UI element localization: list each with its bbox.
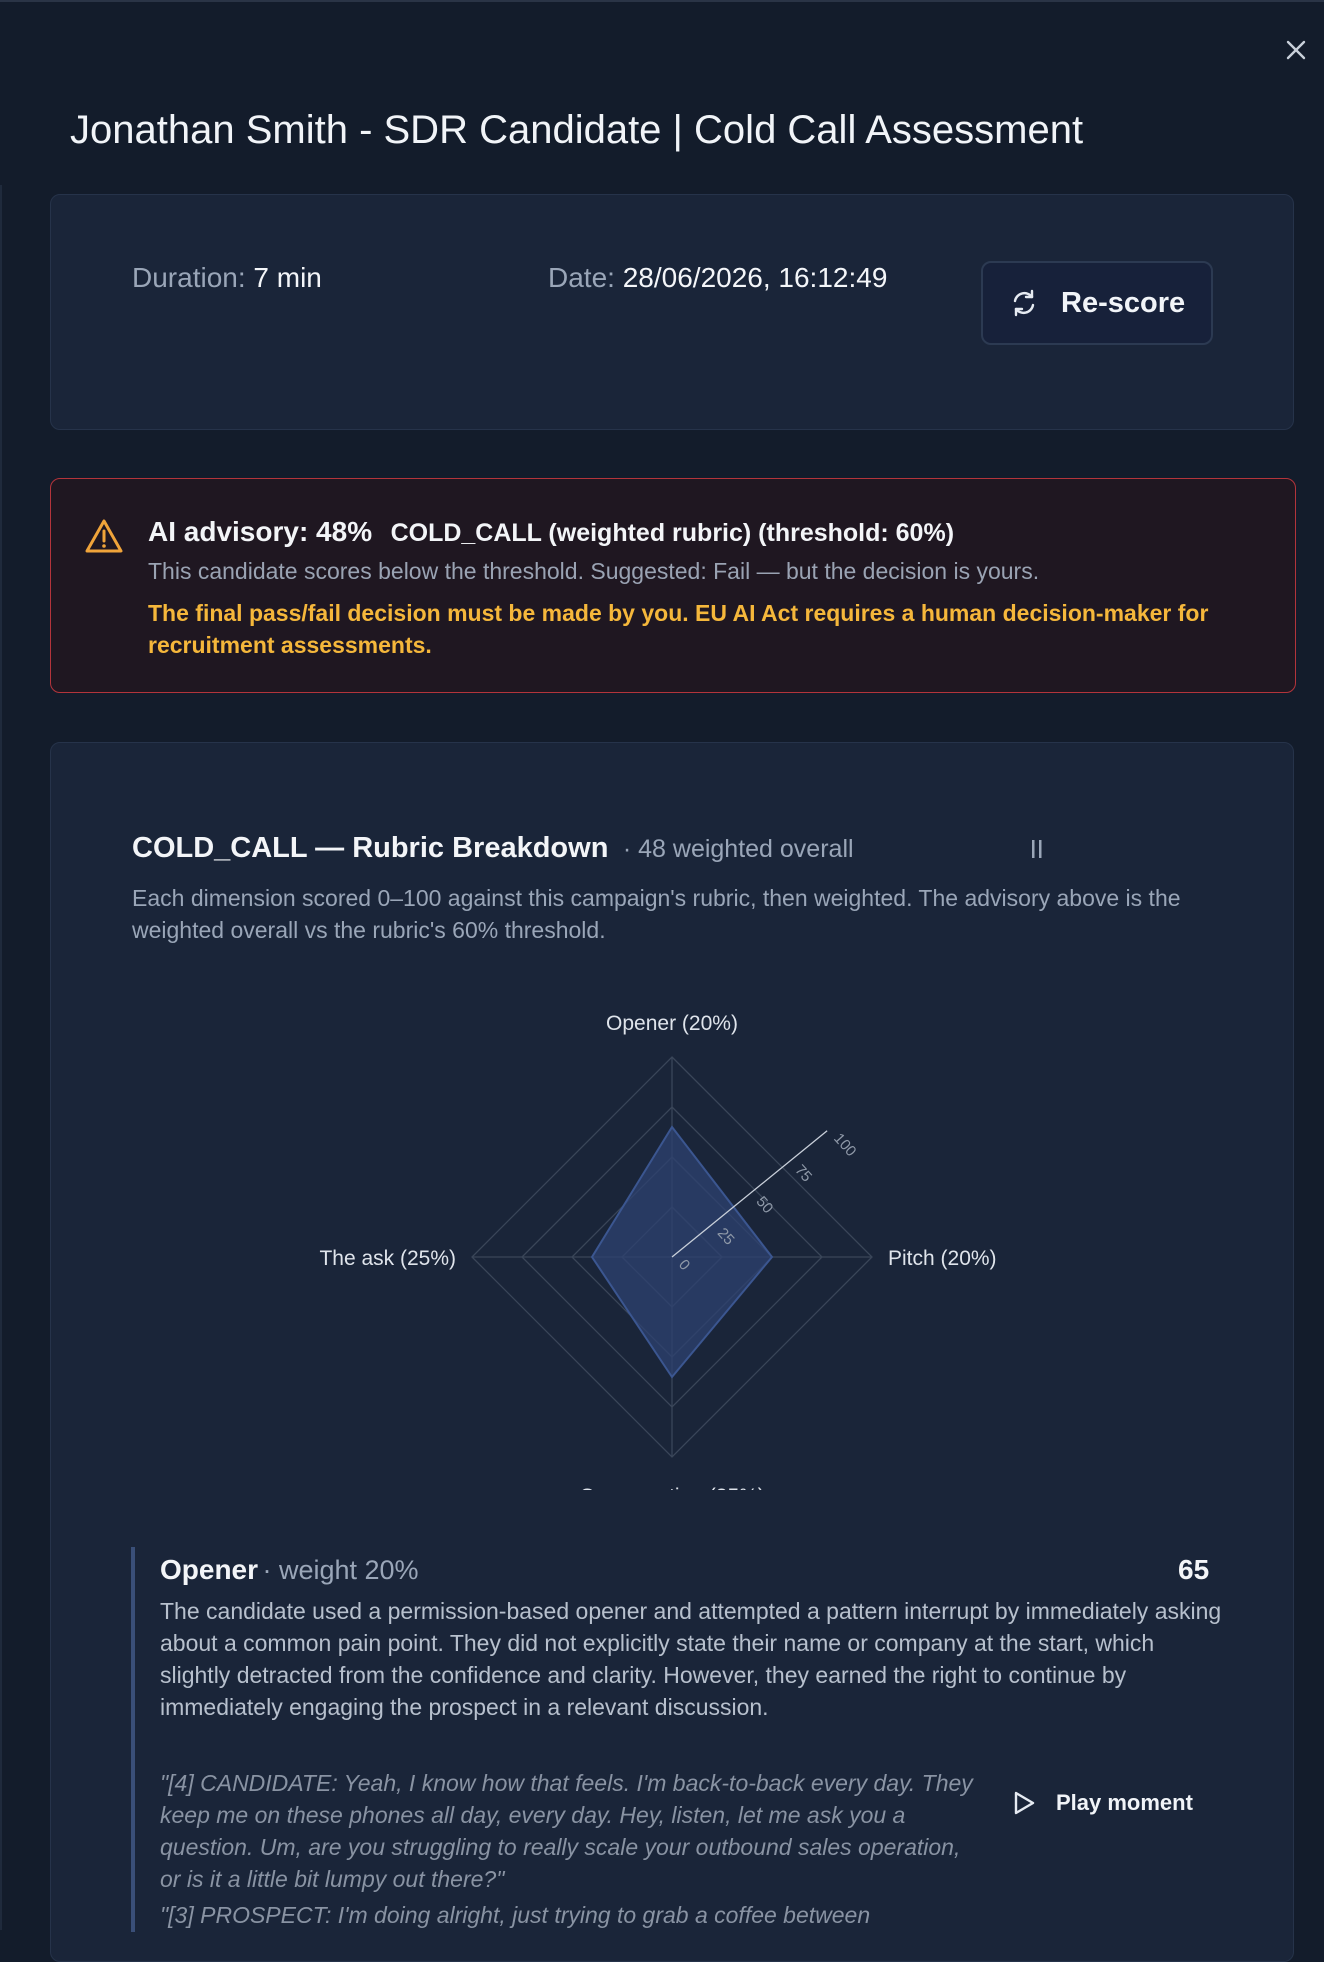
date-label: Date: xyxy=(548,262,615,293)
pause-icon[interactable] xyxy=(1030,838,1044,860)
radar-axis-label: Opener (20%) xyxy=(606,1012,738,1035)
duration-field: Duration: 7 min xyxy=(132,262,322,294)
rubric-header: COLD_CALL — Rubric Breakdown · 48 weight… xyxy=(132,832,854,865)
dimension-name: Opener xyxy=(160,1554,259,1585)
advisory-description: This candidate scores below the threshol… xyxy=(148,558,1040,584)
duration-value: 7 min xyxy=(253,262,322,293)
radar-scale-tick: 50 xyxy=(753,1193,777,1217)
duration-label: Duration: xyxy=(132,262,246,293)
rubric-description: Each dimension scored 0–100 against this… xyxy=(132,885,1181,943)
radar-axis-label: Pitch (20%) xyxy=(888,1247,997,1270)
radar-axis-label: Conversation (35%) xyxy=(579,1485,765,1490)
date-field: Date: 28/06/2026, 16:12:49 xyxy=(548,262,887,294)
refresh-icon xyxy=(1013,289,1035,317)
dimension-accent-bar xyxy=(131,1547,135,1932)
dimension-header: Opener · weight 20% xyxy=(160,1554,419,1586)
rubric-title: COLD_CALL — Rubric Breakdown xyxy=(132,832,609,864)
radar-scale-tick: 100 xyxy=(830,1130,859,1160)
dimension-weight: · weight 20% xyxy=(262,1555,419,1585)
radar-chart: 0255075100Opener (20%)Pitch (20%)Convers… xyxy=(319,1012,997,1490)
radar-data-area xyxy=(590,1125,774,1379)
close-icon xyxy=(1286,40,1306,60)
advisory-warning: The final pass/fail decision must be mad… xyxy=(148,600,1209,658)
advisory-headline: AI advisory: 48% COLD_CALL (weighted rub… xyxy=(148,516,954,548)
window-left-edge xyxy=(0,185,2,1930)
dialog-title: Jonathan Smith - SDR Candidate | Cold Ca… xyxy=(70,108,1084,152)
window-top-edge xyxy=(0,0,1324,2)
date-value: 28/06/2026, 16:12:49 xyxy=(622,262,888,293)
dimension-explanation: The candidate used a permission-based op… xyxy=(160,1598,1222,1720)
transcript-quote: "[4] CANDIDATE: Yeah, I know how that fe… xyxy=(160,1770,973,1892)
advisory-score: AI advisory: 48% xyxy=(148,516,373,547)
dimension-score: 65 xyxy=(1178,1554,1210,1585)
radar-scale-tick: 75 xyxy=(791,1162,815,1186)
rescore-button[interactable]: Re-score xyxy=(981,261,1213,345)
rubric-subtitle: · 48 weighted overall xyxy=(622,835,854,863)
close-button[interactable] xyxy=(1282,36,1310,64)
transcript-quote: "[3] PROSPECT: I'm doing alright, just t… xyxy=(160,1902,871,1928)
warning-triangle-icon xyxy=(85,519,123,553)
play-moment-button[interactable]: Play moment xyxy=(1012,1790,1193,1816)
play-icon xyxy=(1014,1791,1035,1815)
rescore-label: Re-score xyxy=(1061,286,1186,319)
play-moment-label: Play moment xyxy=(1056,1790,1193,1815)
advisory-rubric: COLD_CALL (weighted rubric) (threshold: … xyxy=(390,519,955,547)
radar-axis-label: The ask (25%) xyxy=(319,1247,456,1270)
